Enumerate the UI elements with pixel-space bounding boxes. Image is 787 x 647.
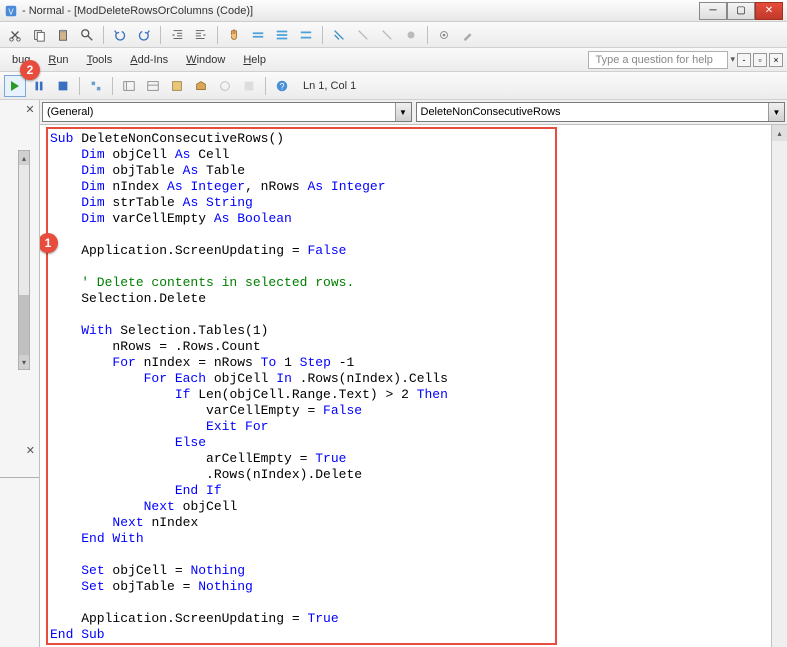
uncomment-block-button[interactable] — [352, 24, 374, 46]
paste-button[interactable] — [52, 24, 74, 46]
find-button[interactable] — [76, 24, 98, 46]
cursor-position: Ln 1, Col 1 — [303, 80, 356, 92]
tool-button[interactable] — [400, 24, 422, 46]
indent-right-button[interactable] — [190, 24, 212, 46]
svg-text:V: V — [8, 7, 14, 16]
copy-button[interactable] — [28, 24, 50, 46]
svg-text:?: ? — [280, 81, 285, 91]
toolbox-button[interactable] — [190, 75, 212, 97]
panel-close-button-2[interactable]: ✕ — [26, 444, 35, 457]
redo-button[interactable] — [133, 24, 155, 46]
bookmark-toggle-button[interactable] — [247, 24, 269, 46]
project-explorer-button[interactable] — [118, 75, 140, 97]
help-placeholder-text: Type a question for help — [595, 54, 712, 66]
reset-button[interactable] — [52, 75, 74, 97]
editor-scrollbar[interactable]: ▴ — [771, 125, 787, 647]
chevron-down-icon: ▼ — [768, 103, 784, 121]
object-browser-button[interactable] — [166, 75, 188, 97]
scroll-thumb[interactable] — [19, 295, 29, 355]
comment-block-button[interactable] — [328, 24, 350, 46]
code-dropdown-row: (General) ▼ DeleteNonConsecutiveRows ▼ — [40, 100, 787, 125]
undo-button[interactable] — [109, 24, 131, 46]
help-search-input[interactable]: Type a question for help — [588, 51, 728, 69]
design-mode-button[interactable] — [85, 75, 107, 97]
procedure-dropdown-label: DeleteNonConsecutiveRows — [421, 106, 561, 118]
run-button[interactable] — [4, 75, 26, 97]
wizard-button[interactable] — [457, 24, 479, 46]
procedure-dropdown[interactable]: DeleteNonConsecutiveRows ▼ — [416, 102, 786, 122]
code-text[interactable]: Sub DeleteNonConsecutiveRows() Dim objCe… — [40, 125, 787, 647]
standard-toolbar — [0, 22, 787, 48]
scroll-up-icon[interactable]: ▴ — [19, 151, 29, 165]
mdi-minimize-button[interactable]: - — [737, 53, 751, 67]
menu-tools[interactable]: Tools — [79, 51, 121, 69]
app-icon: V — [4, 4, 18, 18]
code-body[interactable]: Sub DeleteNonConsecutiveRows() Dim objCe… — [40, 125, 787, 647]
properties-window-button[interactable] — [142, 75, 164, 97]
scroll-down-icon[interactable]: ▾ — [19, 355, 29, 369]
bookmark-prev-button[interactable] — [295, 24, 317, 46]
window-controls: ─ ▢ ✕ — [699, 2, 783, 20]
sidebar-divider — [0, 477, 39, 497]
mdi-restore-button[interactable]: ▫ — [753, 53, 767, 67]
bookmark-next-button[interactable] — [271, 24, 293, 46]
menu-window[interactable]: Window — [178, 51, 233, 69]
code-editor-pane: (General) ▼ DeleteNonConsecutiveRows ▼ S… — [40, 100, 787, 647]
minimize-button[interactable]: ─ — [699, 2, 727, 20]
scroll-up-icon[interactable]: ▴ — [772, 125, 787, 141]
watch-window-button[interactable] — [214, 75, 236, 97]
callout-2: 2 — [20, 60, 40, 80]
menu-help[interactable]: Help — [235, 51, 274, 69]
maximize-button[interactable]: ▢ — [727, 2, 755, 20]
help-dropdown-icon[interactable]: ▾ — [730, 54, 735, 65]
close-button[interactable]: ✕ — [755, 2, 783, 20]
cut-button[interactable] — [4, 24, 26, 46]
left-sidebar: ✕ ▴ ▾ ✕ — [0, 100, 40, 647]
chevron-down-icon: ▼ — [395, 103, 411, 121]
titlebar: V - Normal - [ModDeleteRowsOrColumns (Co… — [0, 0, 787, 22]
debug-toolbar: ? Ln 1, Col 1 — [0, 72, 787, 100]
hand-button[interactable] — [223, 24, 245, 46]
indent-left-button[interactable] — [166, 24, 188, 46]
menubar: bugRunToolsAdd-InsWindowHelp Type a ques… — [0, 48, 787, 72]
menu-run[interactable]: Run — [40, 51, 76, 69]
panel-close-button[interactable]: ✕ — [23, 102, 37, 116]
mdi-close-button[interactable]: × — [769, 53, 783, 67]
object-dropdown[interactable]: (General) ▼ — [42, 102, 412, 122]
window-title: - Normal - [ModDeleteRowsOrColumns (Code… — [22, 5, 253, 17]
locals-button[interactable] — [238, 75, 260, 97]
gear-button[interactable] — [433, 24, 455, 46]
sidebar-scrollbar[interactable]: ▴ ▾ — [18, 150, 30, 370]
object-dropdown-label: (General) — [47, 106, 93, 118]
menu-add-ins[interactable]: Add-Ins — [122, 51, 176, 69]
help-button[interactable]: ? — [271, 75, 293, 97]
wrench-button[interactable] — [376, 24, 398, 46]
